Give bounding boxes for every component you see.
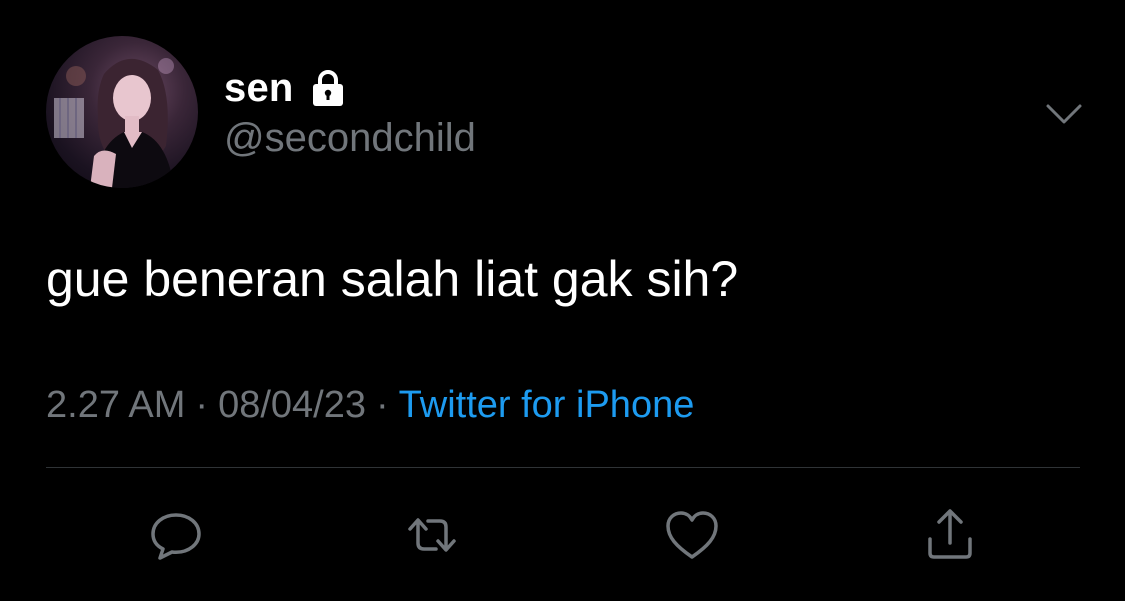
tweet-detail: sen @secondchild gue beneran salah liat …: [0, 0, 1125, 601]
tweet-time[interactable]: 2.27 AM: [46, 384, 185, 426]
share-button[interactable]: [920, 505, 980, 565]
avatar[interactable]: [46, 36, 198, 188]
meta-separator: ·: [195, 384, 209, 426]
retweet-icon: [408, 518, 456, 552]
share-icon: [928, 509, 972, 559]
divider: [46, 467, 1080, 468]
avatar-photo: [54, 58, 174, 188]
display-name[interactable]: sen: [224, 66, 294, 111]
meta-separator: ·: [376, 384, 389, 426]
reply-icon: [151, 513, 201, 560]
tweet-text: gue beneran salah liat gak sih?: [46, 251, 739, 307]
retweet-button[interactable]: [402, 505, 462, 565]
lock-icon: [308, 68, 348, 108]
like-icon: [666, 511, 718, 559]
tweet-source-link[interactable]: Twitter for iPhone: [399, 384, 695, 426]
reply-button[interactable]: [146, 505, 206, 565]
like-button[interactable]: [662, 505, 722, 565]
name-row: sen: [224, 64, 348, 112]
user-handle[interactable]: @secondchild: [224, 116, 476, 161]
chevron-down-icon[interactable]: [1044, 98, 1084, 128]
tweet-date[interactable]: 08/04/23: [218, 384, 366, 426]
tweet-meta: 2.27 AM · 08/04/23 · Twitter for iPhone: [46, 384, 694, 427]
